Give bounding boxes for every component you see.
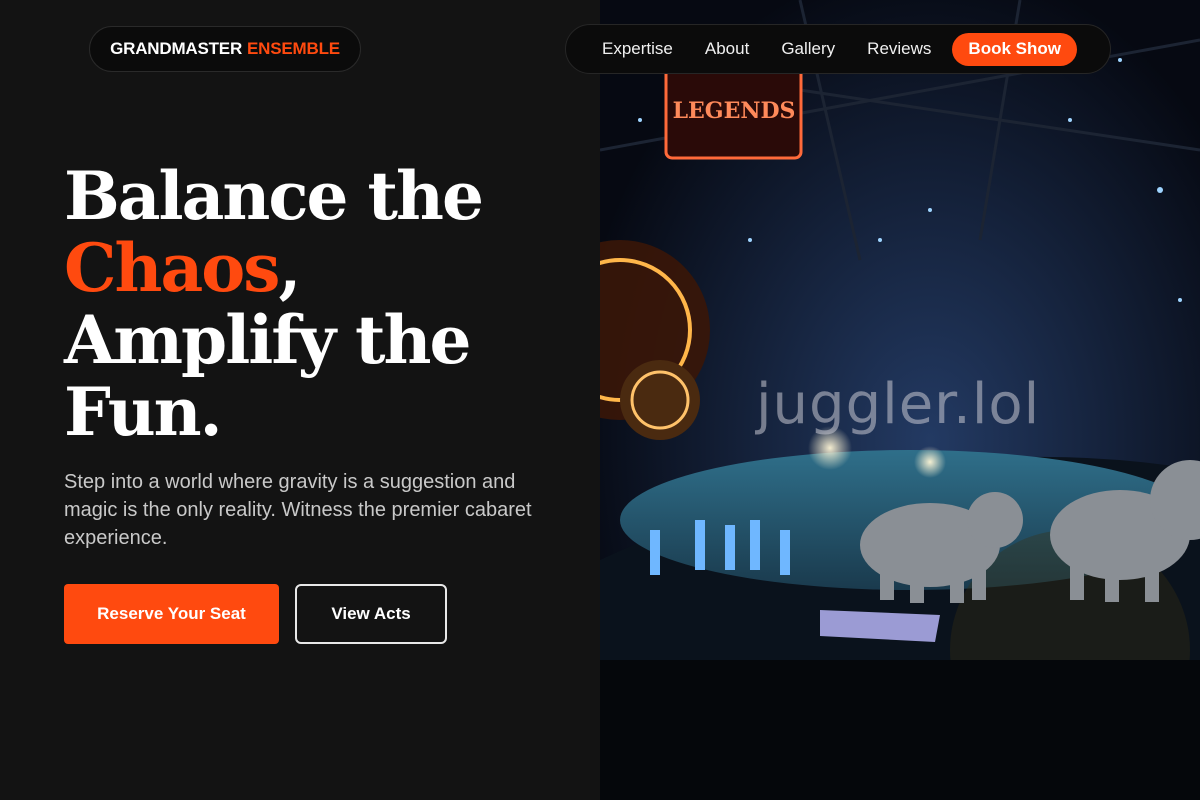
watermark-text: juggler.lol — [756, 372, 1041, 437]
headline-line-4: Fun. — [64, 373, 223, 451]
logo-text-primary: GRANDMASTER — [110, 39, 243, 58]
headline-line-1: Balance the — [64, 157, 484, 235]
headline-highlight: Chaos — [64, 229, 280, 307]
headline-comma: , — [278, 229, 301, 307]
nav-link-about[interactable]: About — [705, 39, 749, 59]
main-nav: Expertise About Gallery Reviews Book Sho… — [565, 24, 1111, 74]
logo-text-accent: ENSEMBLE — [247, 39, 340, 58]
nav-link-reviews[interactable]: Reviews — [867, 39, 931, 59]
brand-logo[interactable]: GRANDMASTER ENSEMBLE — [89, 26, 361, 72]
reserve-seat-button[interactable]: Reserve Your Seat — [64, 584, 279, 644]
headline-line-3: Amplify the — [64, 301, 472, 379]
view-acts-button[interactable]: View Acts — [295, 584, 447, 644]
nav-link-gallery[interactable]: Gallery — [781, 39, 835, 59]
hero-lead-text: Step into a world where gravity is a sug… — [64, 471, 532, 549]
nav-link-expertise[interactable]: Expertise — [602, 39, 673, 59]
hero-headline: Balance the Chaos, Amplify the Fun. — [64, 160, 584, 448]
legends-sign: LEGENDS — [673, 98, 796, 124]
book-show-button[interactable]: Book Show — [952, 32, 1077, 66]
